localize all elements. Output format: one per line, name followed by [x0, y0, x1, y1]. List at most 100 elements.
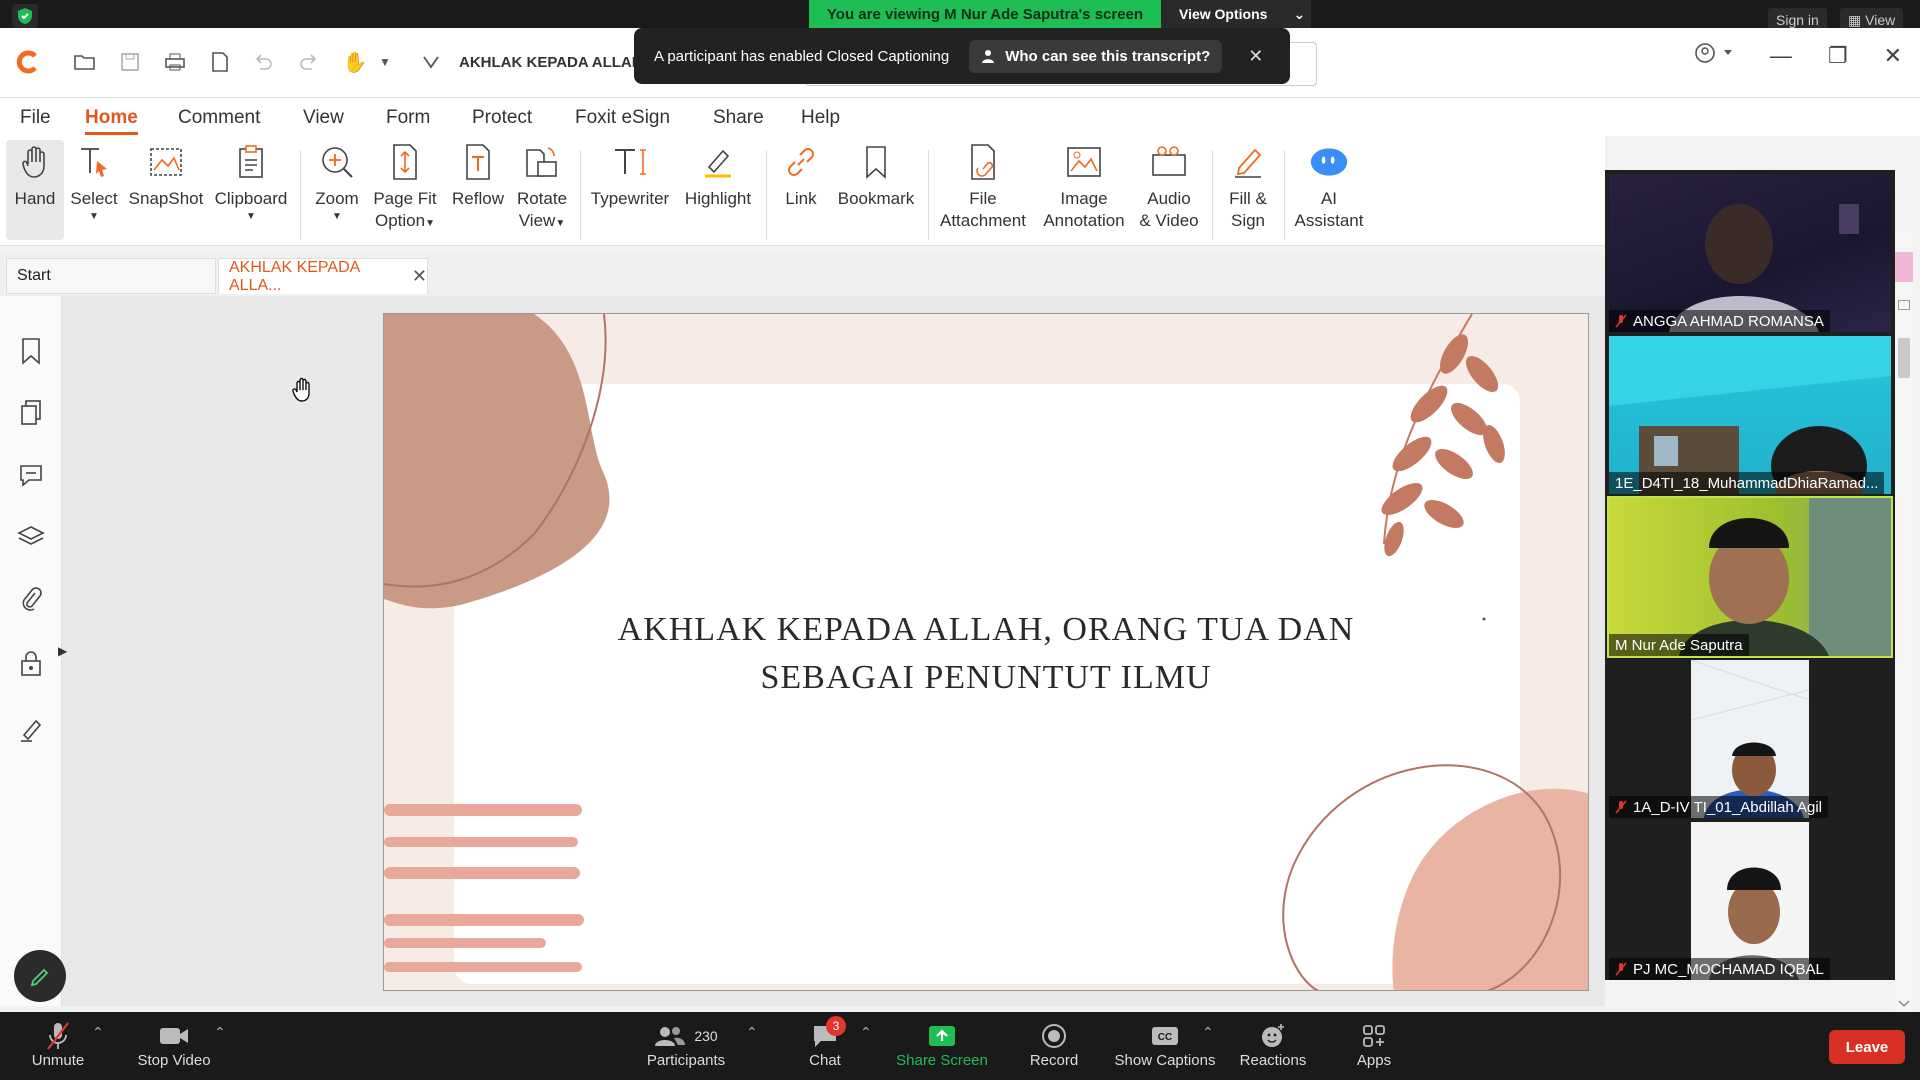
- menu-file[interactable]: File: [20, 107, 51, 129]
- close-icon[interactable]: ✕: [1248, 46, 1263, 67]
- ai-assistant-button[interactable]: AI Assistant: [1292, 140, 1366, 240]
- attachments-panel-icon[interactable]: [16, 584, 46, 614]
- share-screen-button[interactable]: Share Screen: [896, 1020, 988, 1069]
- hand-cursor-icon: [290, 376, 316, 409]
- expand-panel-icon[interactable]: ▶: [58, 644, 67, 658]
- close-window-icon[interactable]: ✕: [1884, 43, 1902, 69]
- menu-foxit-esign[interactable]: Foxit eSign: [575, 107, 670, 129]
- rotate-view-icon: [522, 140, 562, 184]
- fill-sign-button[interactable]: Fill & Sign: [1220, 140, 1276, 240]
- participant-name: PJ MC_MOCHAMAD IQBAL: [1633, 960, 1824, 978]
- minimize-icon[interactable]: —: [1770, 43, 1792, 69]
- hand-tool-button[interactable]: Hand: [6, 140, 64, 240]
- customize-qa-icon[interactable]: [418, 50, 444, 74]
- ribbon-divider: [766, 150, 767, 240]
- participant-tile[interactable]: 1E_D4TI_18_MuhammadDhiaRamad...: [1609, 336, 1891, 494]
- menu-form[interactable]: Form: [386, 107, 430, 129]
- pages-panel-icon[interactable]: [16, 398, 46, 428]
- audio-options-caret-icon[interactable]: ⌃: [92, 1024, 104, 1041]
- view-options-button[interactable]: View Options ⌄: [1161, 0, 1311, 28]
- security-panel-icon[interactable]: [16, 648, 46, 678]
- participant-name-bar: 1E_D4TI_18_MuhammadDhiaRamad...: [1609, 472, 1885, 494]
- typewriter-button[interactable]: Typewriter: [588, 140, 672, 240]
- share-screen-label: Share Screen: [896, 1052, 988, 1069]
- close-tab-icon[interactable]: ✕: [412, 266, 427, 287]
- leave-button[interactable]: Leave: [1829, 1030, 1905, 1064]
- reflow-button[interactable]: Reflow: [448, 140, 508, 240]
- zoom-button[interactable]: Zoom ▼: [310, 140, 364, 240]
- apps-button[interactable]: Apps: [1350, 1020, 1398, 1069]
- side-tab-marker[interactable]: [1895, 252, 1913, 282]
- participant-video: [1609, 336, 1891, 494]
- menu-help[interactable]: Help: [801, 107, 840, 129]
- tab-start[interactable]: Start: [6, 258, 216, 294]
- captions-caret-icon[interactable]: ⌃: [1202, 1024, 1214, 1041]
- rotate-view-button[interactable]: Rotate View▼: [514, 140, 570, 240]
- zoom-icon: [317, 140, 357, 184]
- edit-pen-button[interactable]: [14, 950, 66, 1002]
- participant-tile[interactable]: ANGGA AHMAD ROMANSA: [1609, 174, 1891, 332]
- undo-icon[interactable]: [250, 50, 276, 74]
- snapshot-button[interactable]: SnapShot: [128, 140, 204, 240]
- menu-home[interactable]: Home: [85, 107, 138, 135]
- chat-caret-icon[interactable]: ⌃: [860, 1024, 872, 1041]
- who-can-see-transcript-button[interactable]: Who can see this transcript?: [969, 39, 1223, 73]
- redo-icon[interactable]: [296, 50, 322, 74]
- participant-tile[interactable]: PJ MC_MOCHAMAD IQBAL: [1609, 822, 1891, 980]
- video-options-caret-icon[interactable]: ⌃: [214, 1024, 226, 1041]
- chevron-down-icon[interactable]: ▼: [372, 50, 398, 74]
- participant-tile[interactable]: 1A_D-IV TI_01_Abdillah Agil: [1609, 660, 1891, 818]
- active-speaker-tile[interactable]: M Nur Ade Saputra: [1607, 496, 1893, 658]
- pdf-page[interactable]: AKHLAK KEPADA ALLAH, ORANG TUA DAN SEBAG…: [383, 313, 1589, 991]
- print-icon[interactable]: [162, 50, 188, 74]
- chevron-down-icon: ⌄: [1293, 5, 1306, 22]
- sign-label: Sign: [1230, 211, 1266, 231]
- open-folder-icon[interactable]: [72, 50, 98, 74]
- reactions-button[interactable]: Reactions: [1236, 1020, 1310, 1069]
- audio-video-button[interactable]: Audio & Video: [1136, 140, 1202, 240]
- save-icon[interactable]: [117, 50, 143, 74]
- record-button[interactable]: Record: [1024, 1020, 1084, 1069]
- clipboard-icon: [231, 140, 271, 184]
- account-icon[interactable]: [1694, 42, 1734, 70]
- panel-toggle-icon[interactable]: [1898, 300, 1910, 310]
- unmute-button[interactable]: Unmute: [30, 1020, 86, 1069]
- restore-icon[interactable]: ❐: [1828, 43, 1848, 69]
- participant-name-bar: ANGGA AHMAD ROMANSA: [1609, 310, 1830, 332]
- menu-share[interactable]: Share: [713, 107, 764, 129]
- link-button[interactable]: Link: [776, 140, 826, 240]
- menu-view[interactable]: View: [303, 107, 344, 129]
- hand-tool-quick-icon[interactable]: ✋: [342, 50, 368, 74]
- select-label: Select: [70, 189, 118, 208]
- menu-comment[interactable]: Comment: [178, 107, 260, 129]
- reflow-label: Reflow: [452, 189, 504, 208]
- svg-text:CC: CC: [1158, 1032, 1172, 1043]
- foxit-logo-icon[interactable]: [14, 50, 40, 74]
- shield-icon[interactable]: [12, 4, 38, 28]
- bookmark-panel-icon[interactable]: [16, 336, 46, 366]
- apps-icon: [1361, 1020, 1387, 1052]
- layers-panel-icon[interactable]: [16, 522, 46, 552]
- comments-panel-icon[interactable]: [16, 460, 46, 490]
- vertical-scrollbar[interactable]: [1895, 230, 1913, 1010]
- clipboard-button[interactable]: Clipboard ▼: [212, 140, 290, 240]
- file-attachment-button[interactable]: File Attachment: [936, 140, 1030, 240]
- scroll-thumb[interactable]: [1898, 338, 1910, 378]
- reflow-icon: [458, 140, 498, 184]
- participants-button[interactable]: 230 Participants: [640, 1020, 732, 1069]
- signature-panel-icon[interactable]: [16, 714, 46, 744]
- stop-video-button[interactable]: Stop Video: [134, 1020, 214, 1069]
- highlight-button[interactable]: Highlight: [678, 140, 758, 240]
- rotate-view-label: View: [518, 211, 556, 231]
- image-annotation-button[interactable]: Image Annotation: [1038, 140, 1130, 240]
- page-fit-option-button[interactable]: Page Fit Option▼: [372, 140, 438, 240]
- scroll-down-arrow-icon[interactable]: [1897, 995, 1911, 1008]
- participant-name-bar: 1A_D-IV TI_01_Abdillah Agil: [1609, 796, 1829, 818]
- create-icon[interactable]: [207, 50, 233, 74]
- participants-caret-icon[interactable]: ⌃: [746, 1024, 758, 1041]
- bookmark-button[interactable]: Bookmark: [834, 140, 918, 240]
- select-tool-button[interactable]: Select ▼: [68, 140, 120, 240]
- menu-protect[interactable]: Protect: [472, 107, 532, 129]
- tab-document-label: AKHLAK KEPADA ALLA...: [229, 258, 360, 294]
- tab-document[interactable]: AKHLAK KEPADA ALLA... ✕: [218, 258, 428, 294]
